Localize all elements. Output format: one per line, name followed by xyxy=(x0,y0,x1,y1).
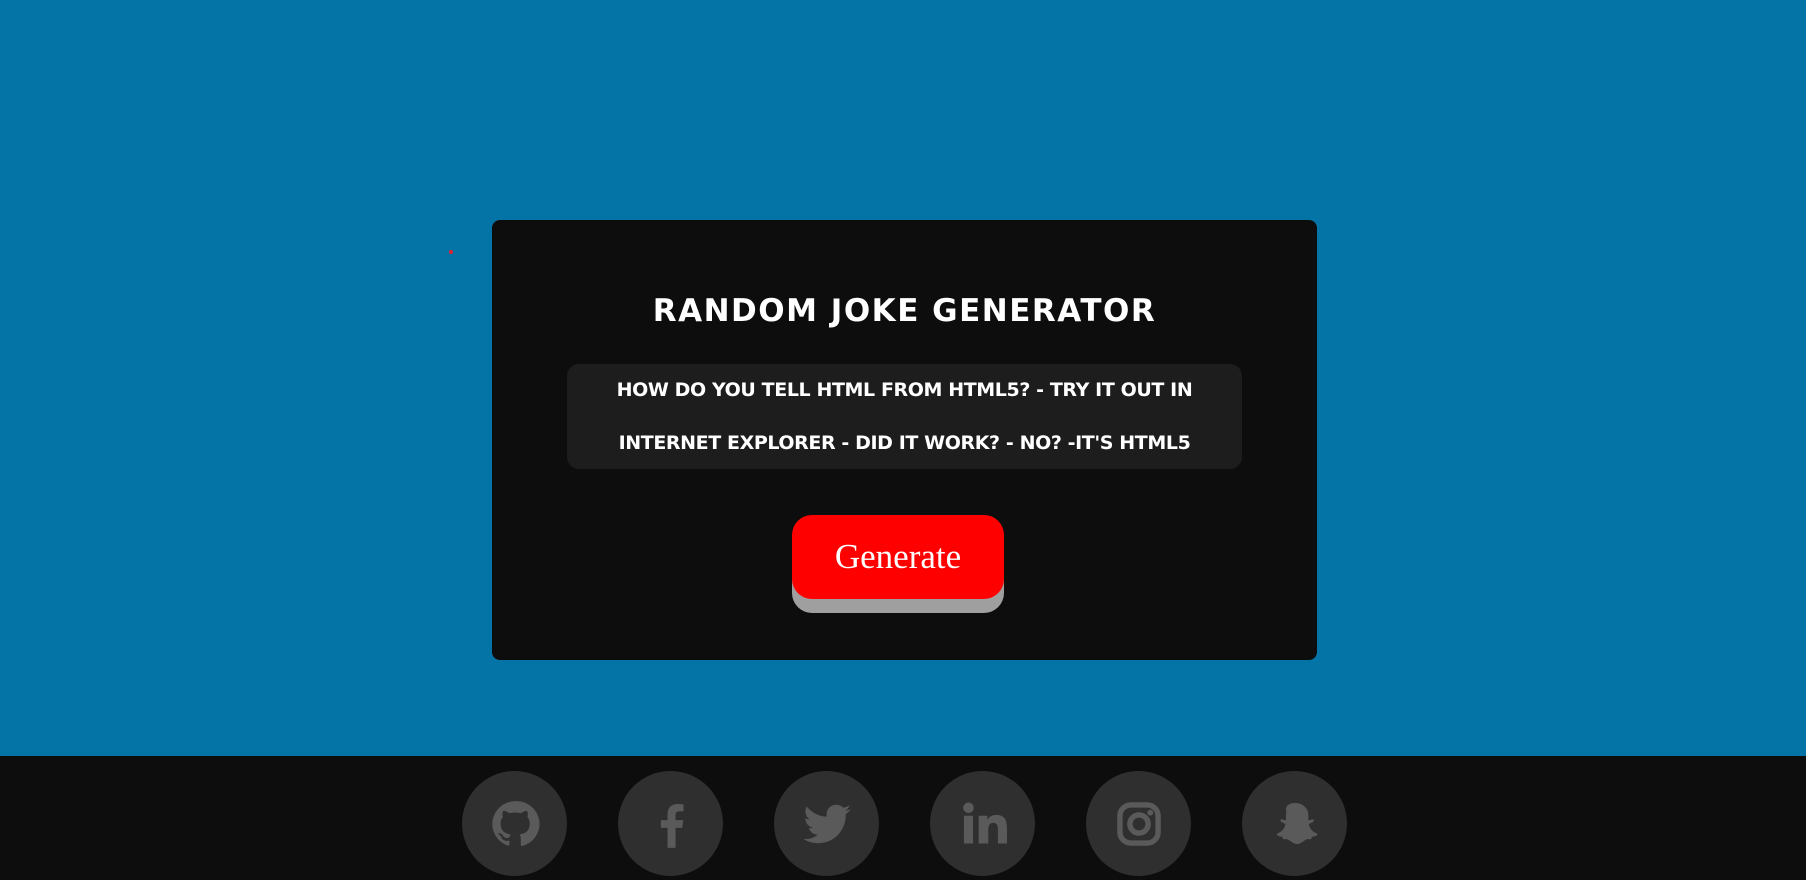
snapchat-link[interactable] xyxy=(1242,771,1347,876)
generate-button[interactable]: Generate xyxy=(792,515,1004,599)
page-background: Random Joke Generator How do you tell HT… xyxy=(0,0,1806,756)
github-link[interactable] xyxy=(462,771,567,876)
joke-card: Random Joke Generator How do you tell HT… xyxy=(492,220,1317,660)
snapchat-icon xyxy=(1276,802,1317,844)
linkedin-link[interactable] xyxy=(930,771,1035,876)
github-icon xyxy=(491,800,539,846)
joke-text: How do you tell HTML from HTML5? - Try i… xyxy=(616,378,1193,454)
instagram-icon xyxy=(1116,801,1161,846)
twitter-icon xyxy=(802,804,851,843)
decorative-dot xyxy=(449,250,453,254)
twitter-link[interactable] xyxy=(774,771,879,876)
facebook-icon xyxy=(660,803,684,848)
joke-container: How do you tell HTML from HTML5? - Try i… xyxy=(567,364,1242,469)
linkedin-icon xyxy=(962,802,1007,843)
social-footer xyxy=(0,756,1806,880)
instagram-link[interactable] xyxy=(1086,771,1191,876)
page-title: Random Joke Generator xyxy=(652,292,1157,329)
facebook-link[interactable] xyxy=(618,771,723,876)
